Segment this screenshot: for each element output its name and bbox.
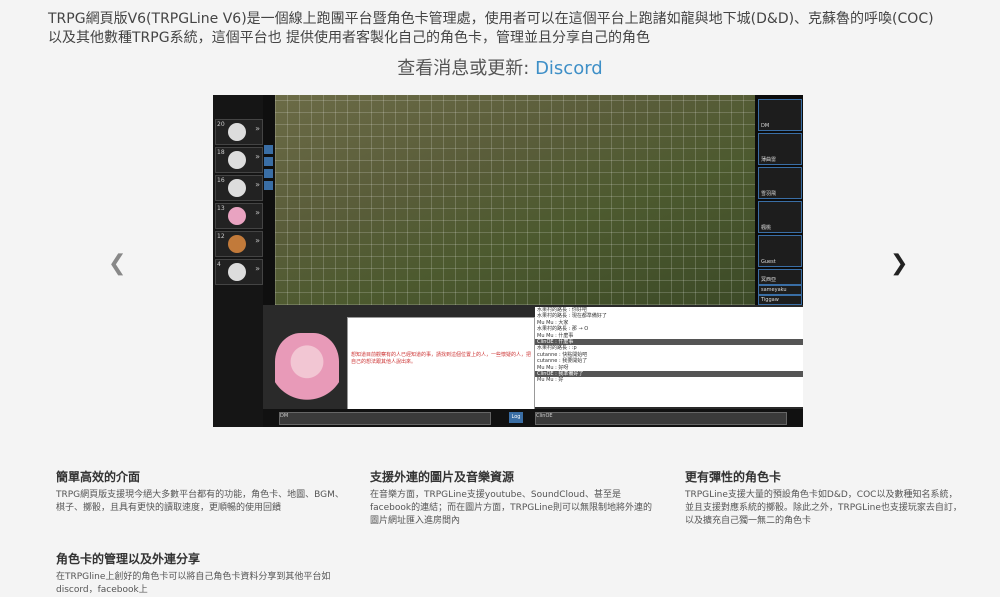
feature-card: 更有彈性的角色卡 TRPGLine支援大量的預設角色卡如D&D，COC以及數種知… [685,468,965,528]
character-card[interactable]: Guest [758,235,802,267]
feature-card: 角色卡的管理以及外連分享 在TRPGline上創好的角色卡可以將自己角色卡資料分… [56,550,346,597]
intro-line-2: 以及其他數種TRPG系統，這個平台也 提供使用者客製化自己的角色卡，管理並且分享… [48,30,651,46]
token-avatar [228,207,246,225]
map-toolbar [263,95,275,305]
feature-title: 支援外連的圖片及音樂資源 [370,470,515,484]
character-name: 雪羽飛 [761,191,777,197]
chat-target-label: ClinOE [536,413,553,419]
chevron-left-icon[interactable]: ❮ [108,251,126,276]
character-name: 薄曲雷 [761,157,777,163]
feature-title: 更有彈性的角色卡 [685,470,782,484]
token-number: 4 [217,261,221,268]
news-label: 查看消息或更新: [397,58,530,79]
tool-icon[interactable] [264,169,273,178]
token-number: 13 [217,205,225,212]
chat-input[interactable]: DM [279,412,491,425]
chat-line: Mu Mu : 好 [537,377,564,384]
token-row[interactable]: 16 » [215,175,263,201]
token-row[interactable]: 12 » [215,231,263,257]
chat-log[interactable]: 水果村的路長 : 你好吧 水果村的路長 : 現在都準備好了 Mu Mu : 大家… [535,307,803,407]
character-name: sameyaku [761,287,787,293]
token-avatar [228,263,246,281]
token-number: 16 [217,177,225,184]
token-row[interactable]: 18 » [215,147,263,173]
chevron-right-icon[interactable]: » [255,152,260,161]
battle-map[interactable] [275,95,755,305]
discord-link[interactable]: Discord [535,58,603,79]
token-avatar [228,235,246,253]
token-avatar [228,151,246,169]
feature-title: 角色卡的管理以及外連分享 [56,552,201,566]
token-number: 12 [217,233,225,240]
chat-input-bar: DM Log ClinOE [263,409,803,427]
chat-target-input[interactable]: ClinOE [535,412,787,425]
app-screenshot: 20» 18» 16» 13» 12» 4» DM 薄曲雷 雪羽飛 楓桃 Gue… [213,95,803,427]
chevron-right-icon[interactable]: » [255,236,260,245]
chevron-right-icon[interactable]: » [255,180,260,189]
chevron-right-icon[interactable]: ❯ [890,251,908,276]
token-row[interactable]: 13 » [215,203,263,229]
character-card[interactable]: 冥西亞 [758,269,802,285]
feature-body: 在音樂方面，TRPGLine支援youtube、SoundCloud、甚至是fa… [370,490,653,526]
token-row[interactable]: 4» [215,259,263,285]
news-line: 查看消息或更新: Discord [0,54,1000,80]
feature-card: 簡單高效的介面 TRPG網頁版支援現今絕大多數平台都有的功能，角色卡、地圖、BG… [56,468,346,515]
tool-icon[interactable] [264,157,273,166]
character-avatar [275,333,339,405]
character-card[interactable]: 楓桃 [758,201,802,233]
input-label: DM [280,413,289,419]
feature-body: TRPG網頁版支援現今絕大多數平台都有的功能，角色卡、地圖、BGM、棋子、擲骰，… [56,490,344,513]
character-card[interactable]: DM [758,99,802,131]
character-name: 冥西亞 [761,277,777,283]
intro-text: TRPG網頁版V6(TRPGLine V6)是一個線上跑團平台暨角色卡管理處，使… [48,10,978,48]
note-text: 想知道目前觀察有的人已經知道的事，請找到這個位置上的人，一些懷疑的人，把自己的想… [351,352,532,365]
lower-panel: 想知道目前觀察有的人已經知道的事，請找到這個位置上的人，一些懷疑的人，把自己的想… [263,305,803,427]
character-panel: DM 薄曲雷 雪羽飛 楓桃 Guest 冥西亞 sameyaku Tiggaw [755,95,803,305]
chevron-right-icon[interactable]: » [255,264,260,273]
character-card[interactable]: 雪羽飛 [758,167,802,199]
character-card[interactable]: sameyaku [758,285,802,295]
chevron-right-icon[interactable]: » [255,208,260,217]
token-number: 18 [217,149,225,156]
token-avatar [228,123,246,141]
feature-body: TRPGLine支援大量的預設角色卡如D&D，COC以及數種知名系統，並且支援對… [685,490,962,526]
intro-line-1: TRPG網頁版V6(TRPGLine V6)是一個線上跑團平台暨角色卡管理處，使… [48,11,934,27]
character-card[interactable]: Tiggaw [758,295,802,305]
feature-body: 在TRPGline上創好的角色卡可以將自己角色卡資料分享到其他平台如discor… [56,572,331,595]
tool-icon[interactable] [264,181,273,190]
chevron-right-icon[interactable]: » [255,124,260,133]
note-box[interactable]: 想知道目前觀察有的人已經知道的事，請找到這個位置上的人，一些懷疑的人，把自己的想… [347,317,535,411]
log-button[interactable]: Log [509,412,523,423]
feature-title: 簡單高效的介面 [56,470,141,484]
character-card[interactable]: 薄曲雷 [758,133,802,165]
token-number: 20 [217,121,225,128]
feature-card: 支援外連的圖片及音樂資源 在音樂方面，TRPGLine支援youtube、Sou… [370,468,660,528]
character-name: Guest [761,259,776,265]
character-name: 楓桃 [761,225,772,231]
tool-icon[interactable] [264,145,273,154]
token-avatar [228,179,246,197]
character-name: DM [761,123,770,129]
token-row[interactable]: 20 » [215,119,263,145]
token-list: 20» 18» 16» 13» 12» 4» [213,95,263,427]
character-name: Tiggaw [761,297,779,303]
